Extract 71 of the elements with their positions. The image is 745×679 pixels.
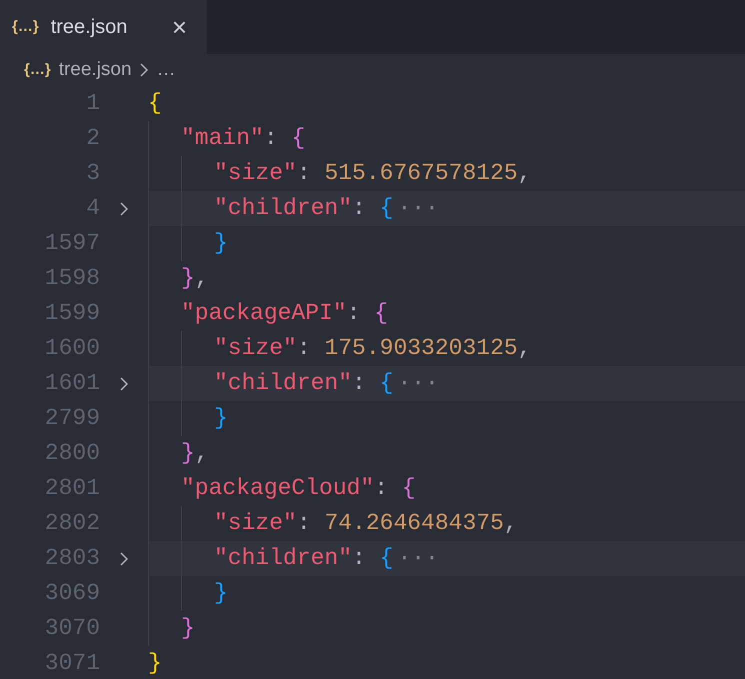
bracket: } [181, 439, 195, 468]
line-number: 1601 [44, 369, 100, 398]
bracket: { [380, 194, 394, 224]
json-key: "size" [214, 506, 297, 541]
chevron-right-icon [140, 63, 149, 77]
punctuation: : [352, 369, 367, 398]
bracket: { [380, 369, 394, 398]
json-key: "children" [214, 191, 352, 226]
line-number: 2801 [44, 474, 100, 504]
breadcrumb-item[interactable]: tree.json [58, 56, 132, 84]
tab-label: tree.json [50, 15, 128, 40]
line-number: 3 [85, 159, 100, 188]
json-key: "packageCloud" [181, 471, 374, 506]
line-number: 2803 [44, 544, 100, 574]
line-number: 1599 [44, 299, 100, 328]
bracket: } [214, 404, 228, 434]
punctuation: , [194, 264, 209, 294]
bracket: { [380, 544, 394, 574]
bracket: { [148, 89, 162, 118]
line-number: 2800 [44, 439, 100, 468]
bracket: } [214, 579, 228, 608]
chevron-right-icon[interactable] [119, 550, 129, 566]
json-number: 175.9033203125 [324, 334, 518, 364]
bracket: } [181, 264, 195, 294]
punctuation: , [504, 509, 518, 538]
bracket: { [374, 299, 388, 328]
line-number: 2 [85, 124, 100, 154]
punctuation: : [296, 509, 312, 538]
json-key: "children" [214, 366, 352, 401]
line-number: 3069 [44, 579, 100, 608]
punctuation: : [264, 124, 279, 154]
folded-ellipsis: ··· [397, 194, 439, 224]
folded-ellipsis: ··· [397, 544, 439, 574]
json-key: "size" [214, 156, 297, 191]
folded-ellipsis: ··· [397, 369, 439, 398]
bracket: } [214, 229, 228, 258]
line-number: 2802 [44, 509, 100, 538]
punctuation: , [518, 334, 532, 364]
breadcrumb-item[interactable]: … [156, 56, 176, 84]
json-file-icon: {…} [24, 58, 51, 82]
line-number: 1598 [44, 264, 100, 294]
line-number: 4 [85, 194, 100, 224]
line-number: 1 [85, 89, 100, 118]
punctuation: : [352, 544, 367, 574]
punctuation: , [194, 439, 209, 468]
chevron-right-icon[interactable] [119, 200, 129, 216]
line-number: 2799 [44, 404, 100, 434]
chevron-right-icon[interactable] [119, 376, 129, 392]
line-number: 3070 [44, 614, 100, 644]
json-key: "size" [214, 331, 297, 366]
bracket: { [291, 124, 306, 154]
punctuation: , [518, 159, 532, 188]
line-number: 1597 [44, 229, 100, 258]
bracket: } [148, 649, 162, 678]
json-number: 515.6767578125 [324, 159, 518, 188]
json-key: "main" [181, 121, 264, 156]
punctuation: : [296, 159, 312, 188]
line-number: 3071 [44, 649, 100, 678]
json-key: "children" [214, 541, 352, 576]
json-number: 74.2646484375 [324, 509, 504, 538]
json-key: "packageAPI" [181, 296, 347, 331]
bracket: } [181, 614, 195, 644]
file-tab[interactable]: {…} tree.json × [0, 0, 207, 54]
close-icon[interactable]: × [172, 14, 187, 40]
punctuation: : [352, 194, 367, 224]
punctuation: : [346, 299, 362, 328]
punctuation: : [296, 334, 312, 364]
bracket: { [402, 474, 416, 504]
json-file-icon: {…} [12, 16, 39, 38]
line-number: 1600 [44, 334, 100, 364]
punctuation: : [374, 474, 390, 504]
